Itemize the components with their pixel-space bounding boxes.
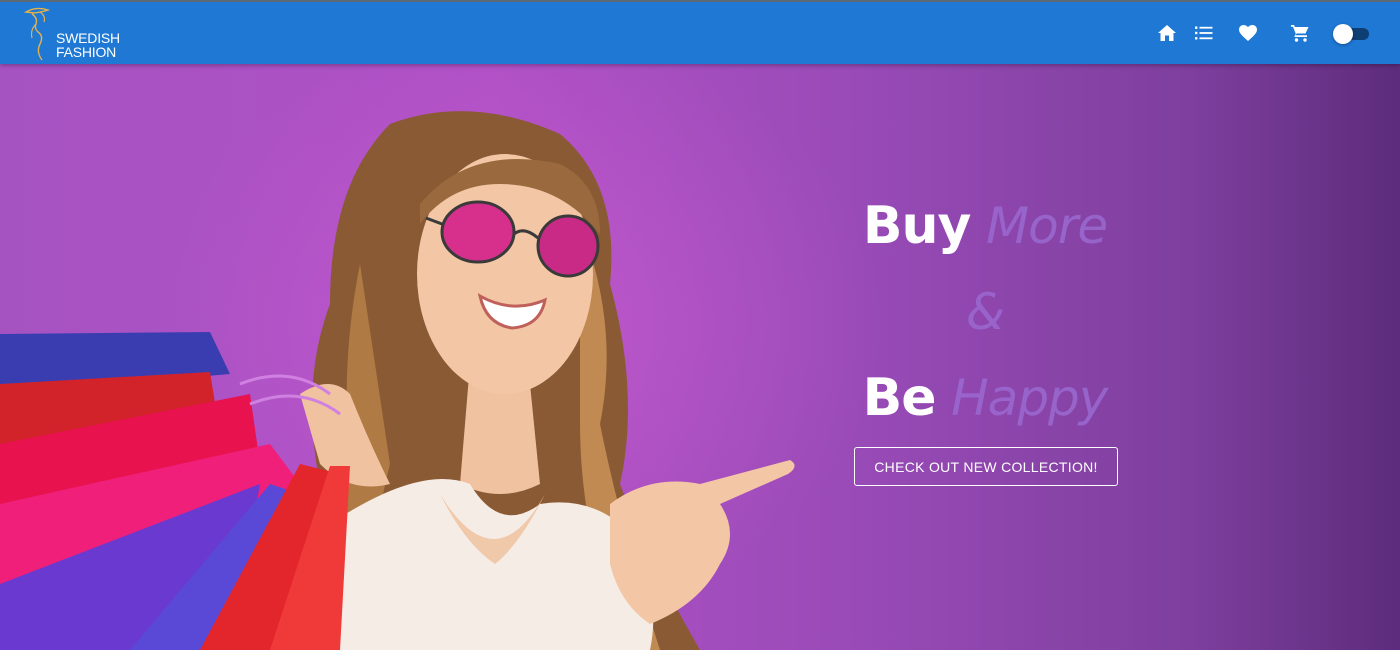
hero-banner: Buy More & Be Happy CHECK OUT NEW COLLEC…	[0, 64, 1400, 650]
hero-model-with-shopping-bags-image	[0, 111, 795, 650]
favorites-button[interactable]	[1233, 18, 1263, 48]
brand-name-line-2: FASHION	[56, 44, 117, 60]
theme-toggle-switch[interactable]	[1333, 24, 1369, 44]
app-bar: SWEDISH FASHION	[0, 2, 1400, 64]
list-icon	[1195, 26, 1213, 40]
toggle-knob	[1333, 24, 1353, 44]
home-button[interactable]	[1152, 18, 1182, 48]
hero-headline: Buy More & Be Happy	[850, 194, 1120, 434]
headline-word-more: More	[986, 197, 1108, 255]
cart-icon	[1291, 25, 1309, 42]
headline-line-3: Be Happy	[850, 366, 1120, 428]
catalog-list-button[interactable]	[1189, 18, 1219, 48]
headline-line-1: Buy More	[850, 194, 1120, 256]
headline-ampersand: &	[966, 283, 1005, 341]
brand-logo[interactable]: SWEDISH FASHION	[22, 6, 132, 62]
headline-line-2: &	[850, 280, 1120, 342]
check-out-collection-button[interactable]: CHECK OUT NEW COLLECTION!	[854, 447, 1118, 486]
brand-name-line-1: SWEDISH	[56, 30, 120, 46]
home-icon	[1158, 25, 1176, 41]
headline-word-buy: Buy	[862, 196, 972, 256]
heart-icon	[1239, 25, 1257, 41]
headline-word-be: Be	[862, 368, 937, 428]
cart-button[interactable]	[1285, 18, 1315, 48]
headline-word-happy: Happy	[951, 369, 1108, 427]
